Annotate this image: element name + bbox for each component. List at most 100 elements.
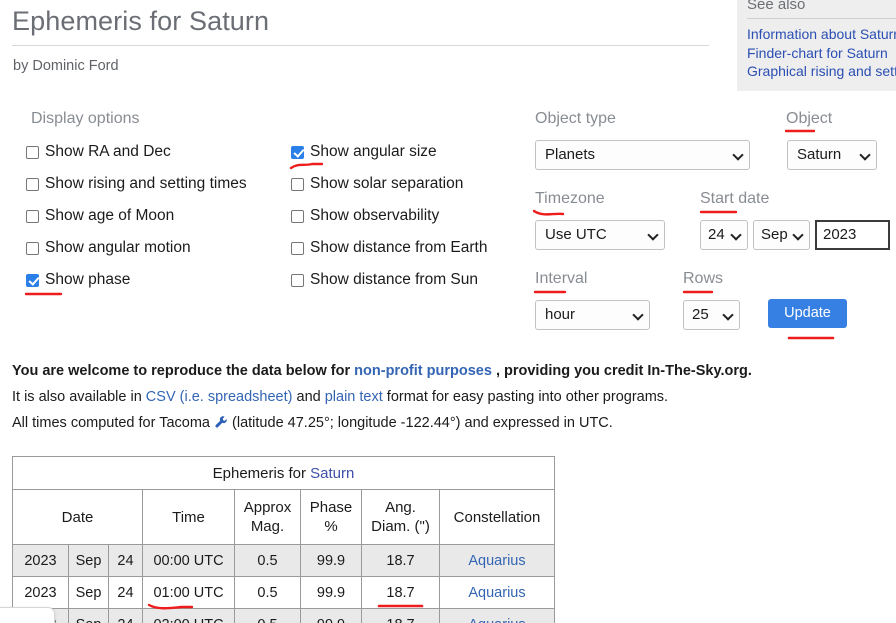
link-constellation[interactable]: Aquarius (468, 553, 525, 569)
checkbox-box-angular-size[interactable] (291, 145, 304, 159)
cell-phase: 99.9 (300, 544, 362, 577)
select-rows[interactable]: 25 (683, 300, 740, 330)
checkbox-show-distance-from-sun[interactable]: Show distance from Sun (291, 271, 478, 289)
cell-month: Sep (68, 576, 109, 609)
chevron-down-icon (734, 153, 742, 161)
select-interval-value: hour (545, 306, 576, 323)
legend-object: Object (786, 110, 833, 127)
checkbox-label-solar-separation: Show solar separation (310, 175, 464, 192)
see-also-divider (747, 18, 896, 19)
cell-phase: 99.9 (300, 576, 362, 609)
column-header-approx-mag-line1: Approx (243, 499, 292, 516)
table-caption-object: Saturn (310, 464, 355, 482)
cell-day: 24 (108, 544, 143, 577)
cell-phase: 99.9 (300, 608, 362, 623)
status-popup (0, 607, 55, 623)
notes-line1-a: You are welcome to reproduce the data be… (12, 363, 355, 379)
link-plain-text[interactable]: plain text (325, 389, 383, 405)
see-also-title: See also (747, 0, 806, 13)
chevron-down-icon (649, 233, 657, 241)
cell-day: 24 (108, 608, 143, 623)
page-title: Ephemeris for Saturn (12, 6, 270, 36)
checkbox-box-phase[interactable] (26, 273, 39, 287)
checkbox-box-age-of-moon[interactable] (26, 209, 39, 223)
cell-day: 24 (108, 576, 143, 609)
chevron-down-icon (794, 233, 802, 241)
cell-month: Sep (68, 608, 109, 623)
select-start-month[interactable]: Sep (753, 220, 810, 250)
legend-object-type: Object type (535, 110, 616, 127)
annotation-underline-rows (682, 288, 723, 298)
checkbox-label-distance-sun: Show distance from Sun (310, 271, 479, 288)
cell-ang-diam: 18.7 (361, 608, 440, 623)
checkbox-box-distance-sun[interactable] (291, 273, 304, 287)
checkbox-show-distance-from-earth[interactable]: Show distance from Earth (291, 239, 487, 257)
cell-month: Sep (68, 544, 109, 577)
notes-line-formats: It is also available in CSV (i.e. spread… (12, 388, 668, 406)
cell-ang-diam: 18.7 (361, 576, 440, 609)
cell-time: 02:00 UTC (142, 608, 235, 623)
link-constellation[interactable]: Aquarius (468, 617, 525, 623)
input-start-year[interactable]: 2023 (815, 220, 890, 250)
cell-constellation: Aquarius (439, 608, 555, 623)
select-interval[interactable]: hour (535, 300, 650, 330)
notes-line2-b: and (292, 389, 325, 405)
column-header-approx-mag: Approx Mag. (234, 489, 301, 545)
cell-constellation: Aquarius (439, 544, 555, 577)
checkbox-box-angular-motion[interactable] (26, 241, 39, 255)
see-also-link-information[interactable]: Information about Saturn (747, 25, 896, 44)
notes-line3-b: (latitude 47.25°; longitude -122.44°) an… (228, 415, 613, 431)
legend-rows: Rows (683, 270, 724, 287)
cell-year: 2023 (12, 544, 69, 577)
notes-line-reproduce: You are welcome to reproduce the data be… (12, 362, 752, 380)
link-non-profit-purposes[interactable]: non-profit purposes (354, 363, 492, 379)
select-object[interactable]: Saturn (787, 140, 877, 170)
checkbox-label-angular-motion: Show angular motion (45, 239, 191, 256)
select-object-value: Saturn (797, 146, 842, 163)
checkbox-show-angular-size[interactable]: Show angular size (291, 143, 437, 161)
checkbox-label-age-of-moon: Show age of Moon (45, 207, 175, 224)
legend-start-date: Start date (700, 190, 770, 207)
legend-timezone: Timezone (535, 190, 605, 207)
checkbox-show-ra-and-dec[interactable]: Show RA and Dec (26, 143, 171, 161)
checkbox-box-solar-separation[interactable] (291, 177, 304, 191)
checkbox-show-phase[interactable]: Show phase (26, 271, 130, 289)
column-header-phase-line2: % (324, 518, 338, 535)
table-caption: Ephemeris for Saturn (12, 456, 555, 490)
see-also-panel: See also Information about Saturn Finder… (737, 0, 896, 91)
chevron-down-icon (634, 313, 642, 321)
annotation-underline-start-date (699, 208, 750, 218)
see-also-link-rising-setting[interactable]: Graphical rising and setting (747, 62, 896, 81)
annotation-underline-update-button (787, 334, 843, 344)
legend-interval: Interval (535, 270, 588, 287)
select-object-type-value: Planets (545, 146, 596, 163)
checkbox-show-rising-setting-times[interactable]: Show rising and setting times (26, 175, 247, 193)
checkbox-show-observability[interactable]: Show observability (291, 207, 439, 225)
link-csv-spreadsheet[interactable]: CSV (i.e. spreadsheet) (146, 389, 293, 405)
update-button[interactable]: Update (768, 299, 847, 328)
select-timezone[interactable]: Use UTC (535, 220, 665, 250)
column-header-phase-line1: Phase (309, 499, 353, 516)
table-row: 2023 Sep 24 02:00 UTC 0.5 99.9 18.7 Aqua… (12, 608, 555, 623)
checkbox-show-age-of-moon[interactable]: Show age of Moon (26, 207, 174, 225)
checkbox-label-distance-earth: Show distance from Earth (310, 239, 488, 256)
input-start-year-value: 2023 (823, 226, 857, 243)
select-timezone-value: Use UTC (545, 226, 607, 243)
wrench-icon[interactable] (214, 415, 228, 429)
select-start-day[interactable]: 24 (700, 220, 748, 250)
checkbox-box-distance-earth[interactable] (291, 241, 304, 255)
notes-line2-c: format for easy pasting into other progr… (382, 389, 669, 405)
checkbox-box-ra-dec[interactable] (26, 145, 39, 159)
title-divider (12, 45, 709, 46)
checkbox-box-observability[interactable] (291, 209, 304, 223)
ephemeris-table: Ephemeris for Saturn Date Time Approx Mag… (12, 456, 555, 623)
see-also-link-finder-chart[interactable]: Finder-chart for Saturn (747, 44, 896, 63)
checkbox-box-rising-setting[interactable] (26, 177, 39, 191)
link-constellation[interactable]: Aquarius (468, 585, 525, 601)
column-header-constellation: Constellation (439, 489, 555, 545)
checkbox-show-angular-motion[interactable]: Show angular motion (26, 239, 191, 257)
cell-mag: 0.5 (234, 608, 301, 623)
checkbox-show-solar-separation[interactable]: Show solar separation (291, 175, 463, 193)
chevron-down-icon (861, 153, 869, 161)
select-object-type[interactable]: Planets (535, 140, 750, 170)
